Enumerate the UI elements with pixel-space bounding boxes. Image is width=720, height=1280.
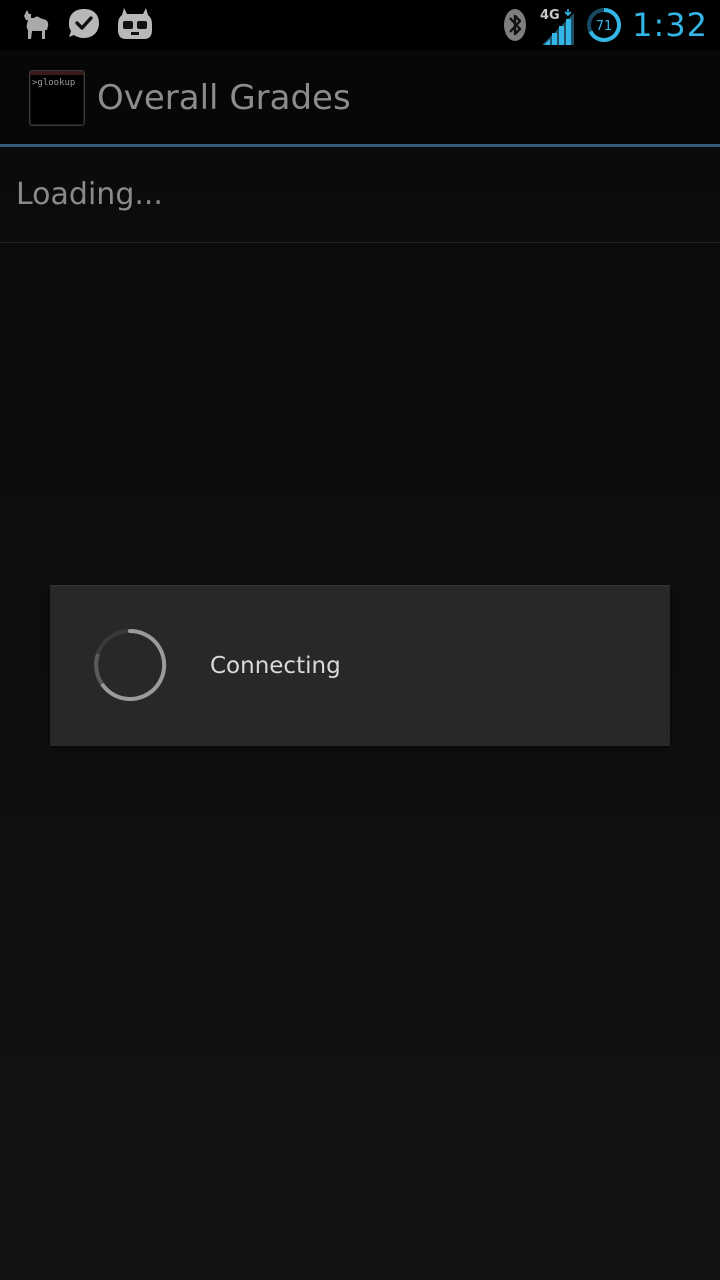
notification-icons xyxy=(18,6,154,42)
system-icons: 4G 71 1:32 xyxy=(502,4,708,46)
app-icon[interactable]: >glookup xyxy=(29,70,85,126)
check-bubble-icon xyxy=(66,6,102,42)
loading-spinner-icon xyxy=(94,628,167,701)
list-item[interactable]: Loading... xyxy=(0,147,720,243)
page-title: Overall Grades xyxy=(97,78,351,118)
svg-text:71: 71 xyxy=(596,19,613,34)
svg-text:4G: 4G xyxy=(540,8,560,23)
cyanogen-mascot-icon xyxy=(116,6,154,42)
app-icon-label: >glookup xyxy=(32,78,76,88)
action-bar: >glookup Overall Grades xyxy=(0,50,720,147)
screen: 4G 71 1:32 >glookup Overall Grades Loadi… xyxy=(0,0,720,1280)
status-bar: 4G 71 1:32 xyxy=(0,0,720,50)
status-clock: 1:32 xyxy=(632,6,708,44)
loading-text: Loading... xyxy=(16,177,163,212)
signal-4g-icon: 4G xyxy=(538,5,576,45)
dialog-message: Connecting xyxy=(210,653,341,679)
battery-circle-icon: 71 xyxy=(586,7,622,43)
bluetooth-icon xyxy=(502,7,528,43)
camel-icon xyxy=(18,6,52,42)
